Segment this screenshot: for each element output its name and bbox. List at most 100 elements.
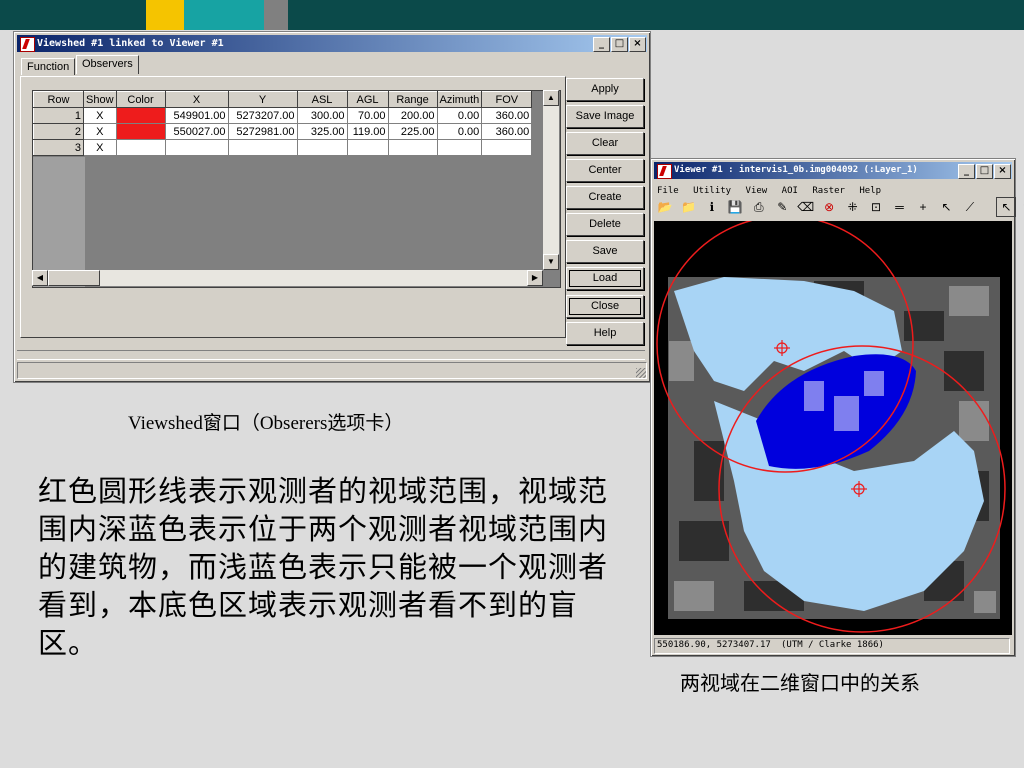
pointer-icon[interactable]: ↖ [937, 198, 955, 216]
fov-cell[interactable]: 360.00 [481, 123, 533, 140]
maximize-button[interactable]: □ [611, 37, 628, 52]
horizontal-scroll-thumb[interactable] [48, 270, 100, 286]
load-button[interactable]: Load [566, 267, 644, 290]
observers-grid: Row Show Color X Y ASL AGL Range Azimuth… [33, 91, 533, 156]
scroll-right-arrow-icon[interactable]: ▶ [527, 270, 543, 286]
menu-utility[interactable]: Utility [693, 186, 731, 196]
show-cell[interactable]: X [83, 123, 117, 140]
viewshed-window: Viewshed #1 linked to Viewer #1 _ □ × Fu… [13, 31, 651, 383]
erase-icon[interactable]: ⌫ [797, 198, 815, 216]
row-number[interactable]: 1 [33, 107, 84, 124]
color-swatch[interactable] [115, 123, 166, 140]
azimuth-cell[interactable] [436, 139, 483, 156]
apply-button[interactable]: Apply [566, 78, 644, 101]
info-icon[interactable]: ℹ [703, 198, 721, 216]
resize-grip-icon[interactable] [636, 368, 646, 378]
zoom-in-icon[interactable]: ⁜ [844, 198, 862, 216]
accent-yellow-block [146, 0, 184, 30]
menu-help[interactable]: Help [859, 186, 881, 196]
agl-cell[interactable]: 70.00 [346, 107, 389, 124]
table-row[interactable]: 1 X 549901.00 5273207.00 300.00 70.00 20… [33, 107, 533, 124]
agl-cell[interactable] [346, 139, 389, 156]
menu-file[interactable]: File [657, 186, 679, 196]
x-cell[interactable]: 550027.00 [164, 123, 229, 140]
y-cell[interactable]: 5272981.00 [227, 123, 298, 140]
menu-raster[interactable]: Raster [812, 186, 845, 196]
asl-cell[interactable]: 300.00 [296, 107, 348, 124]
scroll-up-arrow-icon[interactable]: ▲ [543, 90, 559, 106]
fov-cell[interactable]: 360.00 [481, 107, 533, 124]
col-agl[interactable]: AGL [346, 91, 389, 108]
help-button[interactable]: Help [566, 322, 644, 345]
azimuth-cell[interactable]: 0.00 [436, 107, 483, 124]
close-window-button[interactable]: × [629, 37, 646, 52]
table-header-row: Row Show Color X Y ASL AGL Range Azimuth… [33, 91, 533, 108]
x-cell[interactable] [164, 139, 229, 156]
color-swatch[interactable] [115, 139, 166, 156]
save-image-button[interactable]: Save Image [566, 105, 644, 128]
col-range[interactable]: Range [387, 91, 438, 108]
delete-button[interactable]: Delete [566, 213, 644, 236]
col-fov[interactable]: FOV [481, 91, 533, 108]
table-row[interactable]: 2 X 550027.00 5272981.00 325.00 119.00 2… [33, 123, 533, 140]
select-arrow-icon[interactable]: ↖ [996, 197, 1017, 217]
range-cell[interactable]: 225.00 [387, 123, 438, 140]
col-color[interactable]: Color [115, 91, 166, 108]
row-number[interactable]: 2 [33, 123, 84, 140]
show-cell[interactable]: X [83, 139, 117, 156]
scroll-left-arrow-icon[interactable]: ◀ [32, 270, 48, 286]
save-button[interactable]: Save [566, 240, 644, 263]
row-number[interactable]: 3 [33, 139, 84, 156]
status-bar [17, 362, 647, 379]
col-row[interactable]: Row [33, 91, 84, 108]
asl-cell[interactable] [296, 139, 348, 156]
agl-cell[interactable]: 119.00 [346, 123, 389, 140]
status-projection: (UTM / Clarke 1866) [781, 640, 884, 650]
close-window-button[interactable]: × [994, 164, 1011, 179]
viewshed-titlebar[interactable]: Viewshed #1 linked to Viewer #1 [17, 35, 647, 52]
menu-aoi[interactable]: AOI [782, 186, 798, 196]
table-row[interactable]: 3 X [33, 139, 533, 156]
accent-gray-block [264, 0, 288, 30]
scroll-down-arrow-icon[interactable]: ▼ [543, 254, 559, 270]
crosshair-icon[interactable]: ⊗ [820, 198, 838, 216]
fov-cell[interactable] [481, 139, 533, 156]
fit-icon[interactable]: ⊡ [867, 198, 885, 216]
minimize-button[interactable]: _ [958, 164, 975, 179]
maximize-button[interactable]: □ [976, 164, 993, 179]
horizontal-scrollbar[interactable]: ◀ ▶ [32, 270, 543, 286]
tab-observers[interactable]: Observers [76, 55, 139, 74]
open-folder-icon[interactable]: 📂 [656, 198, 674, 216]
menu-view[interactable]: View [746, 186, 768, 196]
edit-icon[interactable]: ✎ [773, 198, 791, 216]
window-controls: _ □ × [592, 37, 646, 52]
vertical-scrollbar[interactable]: ▲ ▼ [543, 90, 559, 270]
y-cell[interactable] [227, 139, 298, 156]
range-cell[interactable] [387, 139, 438, 156]
create-button[interactable]: Create [566, 186, 644, 209]
col-asl[interactable]: ASL [296, 91, 348, 108]
col-show[interactable]: Show [83, 91, 117, 108]
color-swatch[interactable] [115, 107, 166, 124]
col-azimuth[interactable]: Azimuth [436, 91, 483, 108]
print-icon[interactable]: ⎙ [750, 198, 768, 216]
y-cell[interactable]: 5273207.00 [227, 107, 298, 124]
range-cell[interactable]: 200.00 [387, 107, 438, 124]
plus-icon[interactable]: + [914, 198, 932, 216]
azimuth-cell[interactable]: 0.00 [436, 123, 483, 140]
measure-icon[interactable]: ═ [891, 198, 909, 216]
profile-icon[interactable]: ⟋ [961, 198, 979, 216]
show-cell[interactable]: X [83, 107, 117, 124]
close-button[interactable]: Close [566, 295, 644, 318]
clear-button[interactable]: Clear [566, 132, 644, 155]
open-layer-icon[interactable]: 📁 [679, 198, 697, 216]
minimize-button[interactable]: _ [593, 37, 610, 52]
tab-function[interactable]: Function [21, 58, 76, 75]
center-button[interactable]: Center [566, 159, 644, 182]
map-view[interactable] [654, 221, 1012, 635]
asl-cell[interactable]: 325.00 [296, 123, 348, 140]
col-x[interactable]: X [164, 91, 229, 108]
save-icon[interactable]: 💾 [726, 198, 744, 216]
col-y[interactable]: Y [227, 91, 298, 108]
x-cell[interactable]: 549901.00 [164, 107, 229, 124]
